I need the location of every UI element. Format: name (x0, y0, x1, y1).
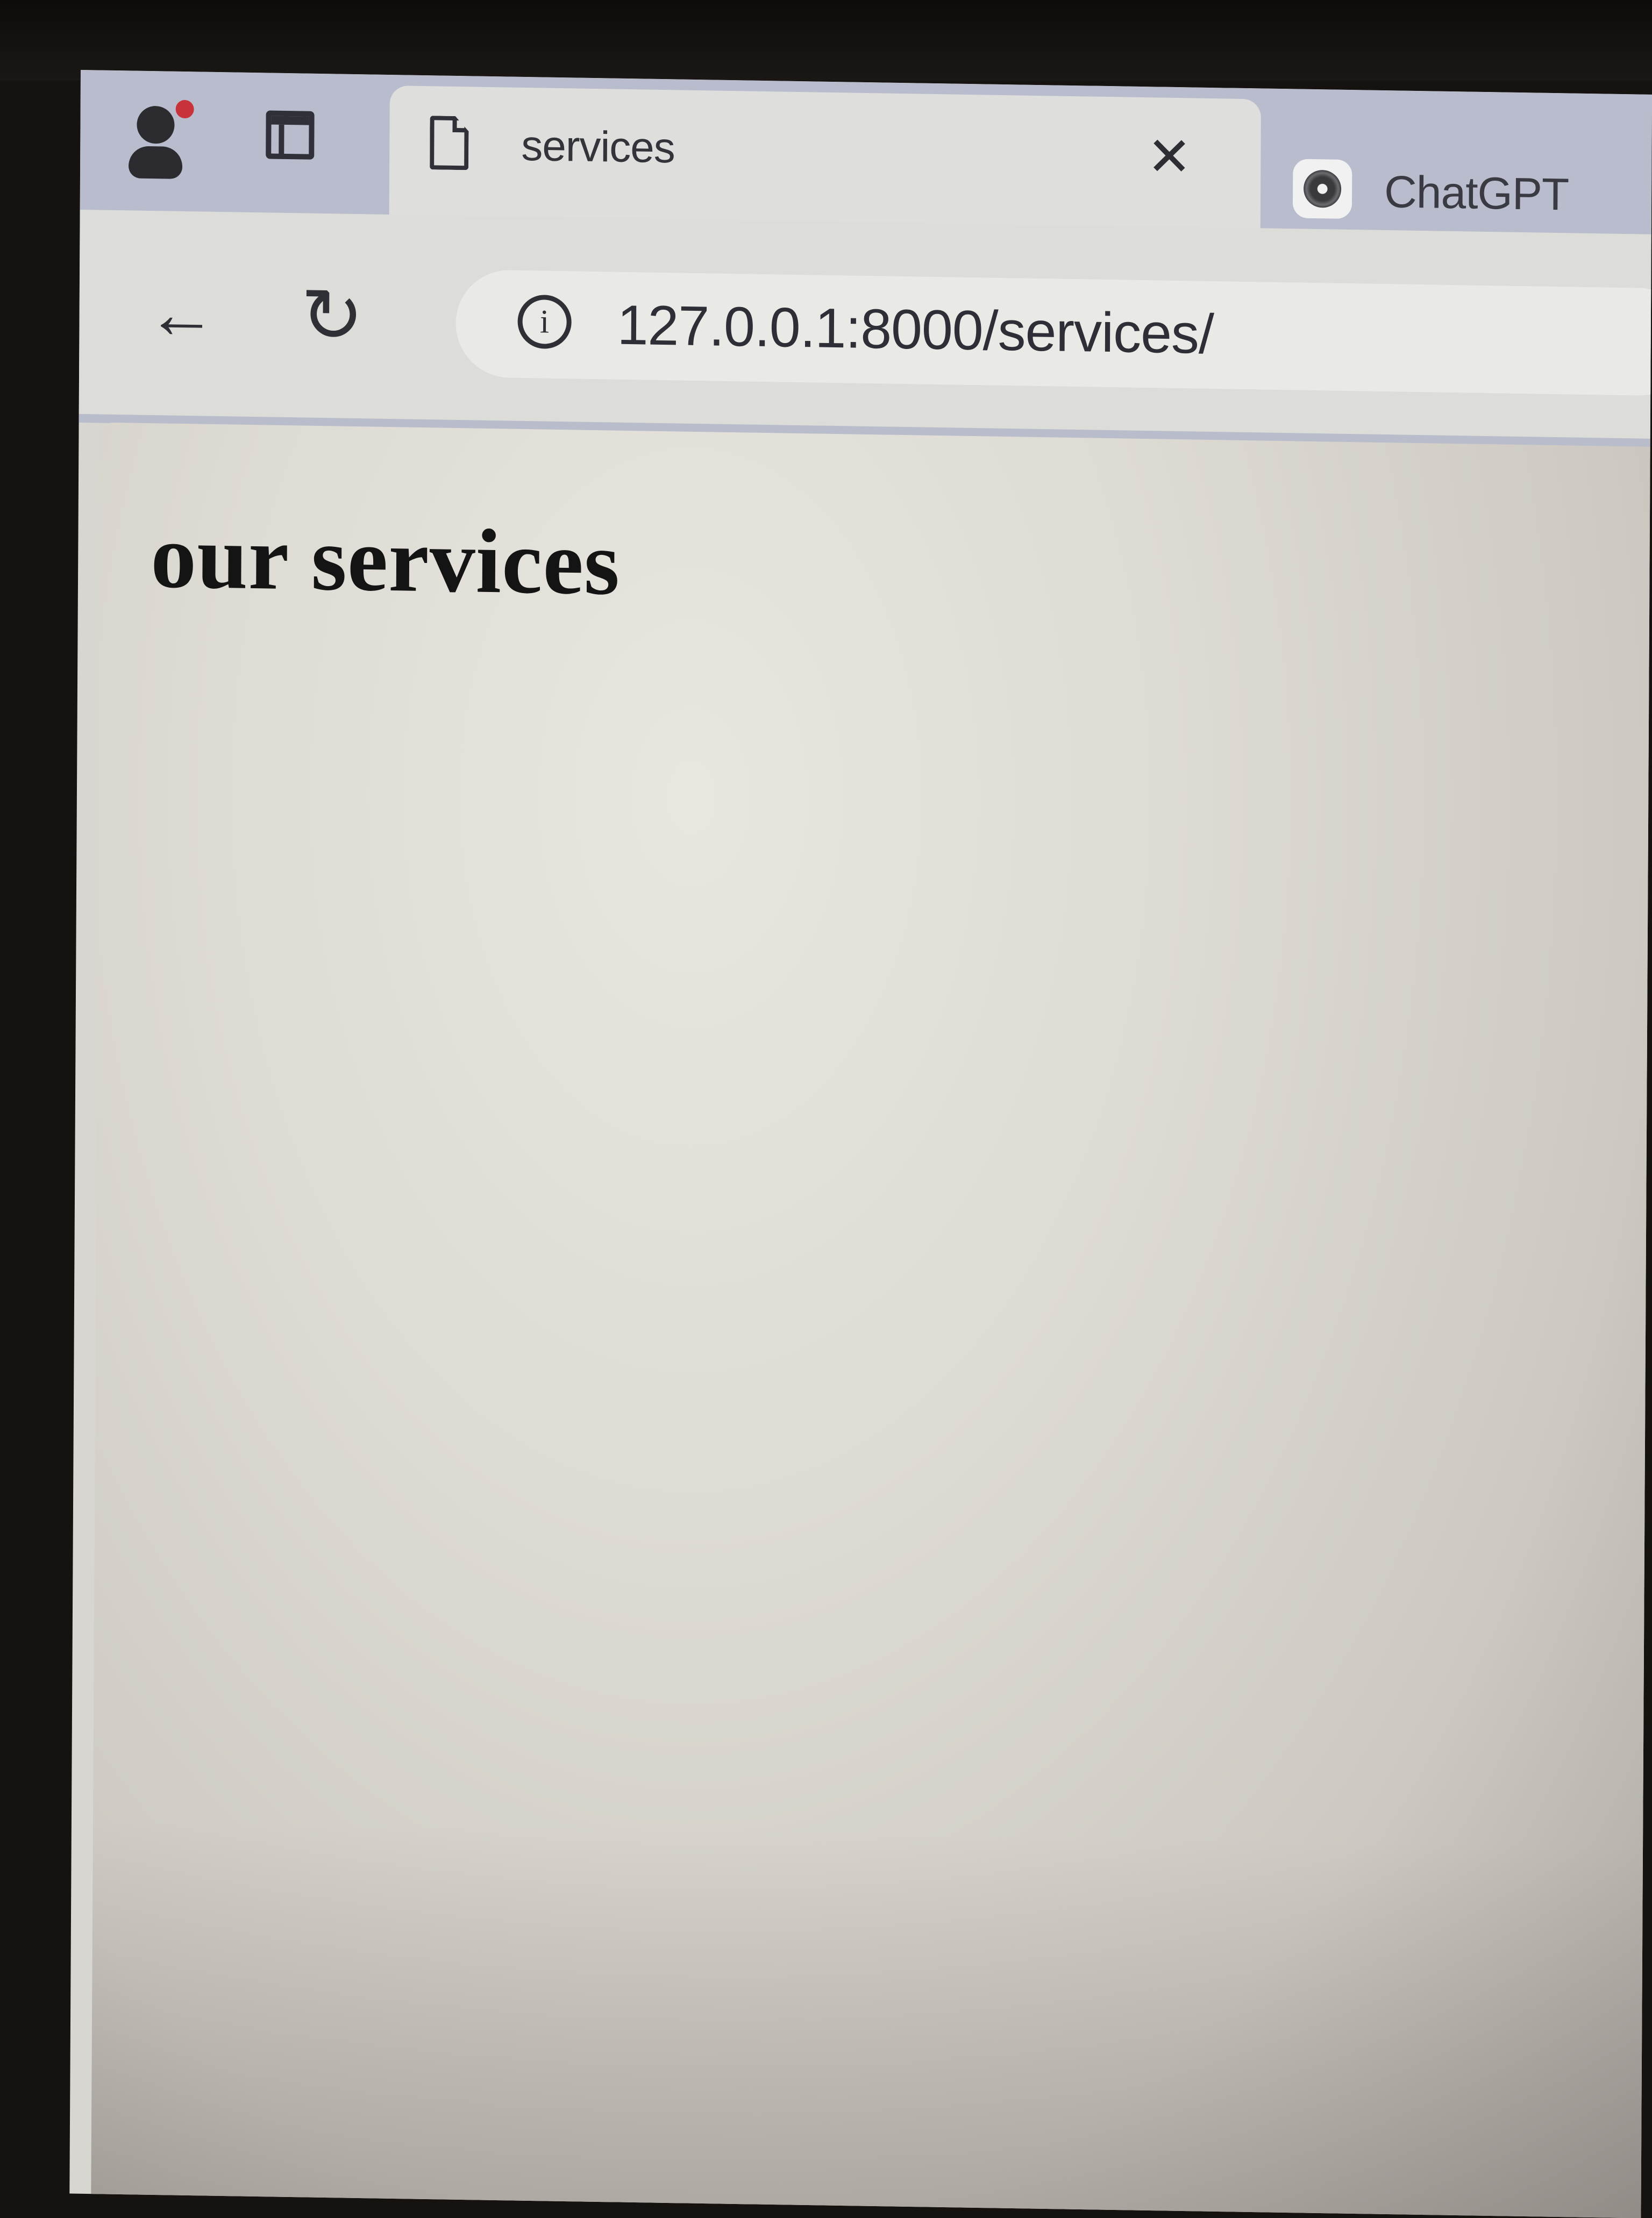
tab-chatgpt[interactable]: ChatGPT (1279, 137, 1652, 234)
browser-window: services ✕ ChatGPT ← ↻ i 127.0.0.1:8000/… (69, 70, 1652, 2218)
tab-services[interactable]: services ✕ (389, 85, 1261, 234)
page-icon (430, 116, 469, 170)
notification-dot (175, 99, 194, 119)
chatgpt-icon (1292, 159, 1352, 219)
close-tab-button[interactable]: ✕ (1142, 126, 1197, 187)
tab-title: services (521, 121, 675, 172)
url-text[interactable]: 127.0.0.1:8000/services/ (617, 294, 1214, 367)
address-bar[interactable]: i 127.0.0.1:8000/services/ (455, 269, 1652, 397)
profile-button[interactable] (126, 95, 207, 182)
site-info-icon[interactable]: i (517, 294, 572, 350)
page-heading: our services (150, 505, 621, 614)
tab-strip: services ✕ ChatGPT (80, 70, 1652, 234)
sidebar-panel-icon[interactable] (266, 110, 315, 160)
monitor-bezel (0, 0, 1652, 81)
profile-icon (137, 105, 175, 144)
back-button[interactable]: ← (144, 274, 219, 353)
tab-title: ChatGPT (1384, 166, 1569, 220)
page-viewport: our services (90, 422, 1652, 2218)
navigation-toolbar: ← ↻ i 127.0.0.1:8000/services/ (79, 209, 1652, 447)
reload-button[interactable]: ↻ (294, 273, 370, 358)
